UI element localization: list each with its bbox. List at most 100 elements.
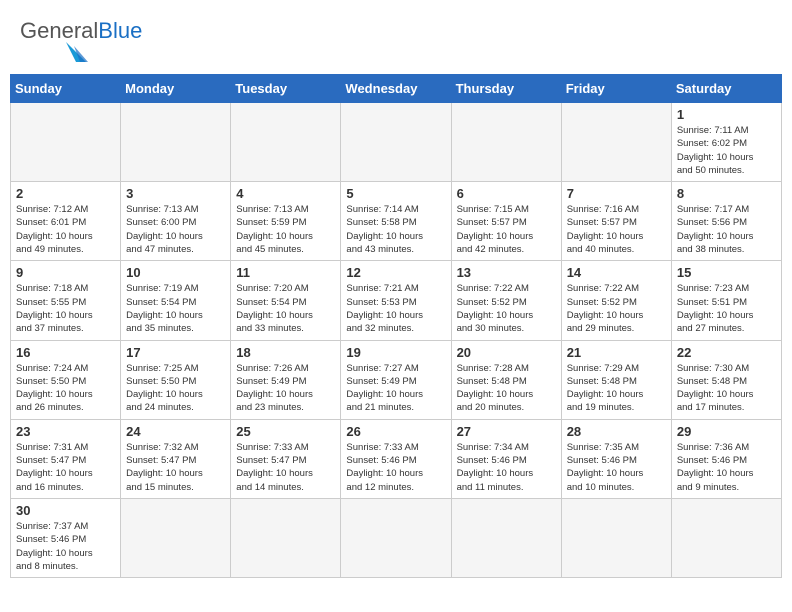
- calendar-week-row: 16 Sunrise: 7:24 AMSunset: 5:50 PMDayligh…: [11, 340, 782, 419]
- calendar-cell: 27 Sunrise: 7:34 AMSunset: 5:46 PMDayligh…: [451, 419, 561, 498]
- calendar-cell: [11, 103, 121, 182]
- logo-general: General: [20, 18, 98, 43]
- calendar-cell: [231, 103, 341, 182]
- calendar-cell: 15 Sunrise: 7:23 AMSunset: 5:51 PMDayligh…: [671, 261, 781, 340]
- calendar-cell: 25 Sunrise: 7:33 AMSunset: 5:47 PMDayligh…: [231, 419, 341, 498]
- day-info: Sunrise: 7:15 AMSunset: 5:57 PMDaylight:…: [457, 203, 556, 256]
- day-number: 11: [236, 265, 335, 280]
- weekday-header-thursday: Thursday: [451, 75, 561, 103]
- day-number: 25: [236, 424, 335, 439]
- day-info: Sunrise: 7:12 AMSunset: 6:01 PMDaylight:…: [16, 203, 115, 256]
- calendar-week-row: 30Sunrise: 7:37 AMSunset: 5:46 PMDayligh…: [11, 498, 782, 577]
- calendar-cell: [451, 103, 561, 182]
- logo-text: GeneralBlue: [20, 20, 142, 42]
- calendar-cell: 2 Sunrise: 7:12 AMSunset: 6:01 PMDaylight…: [11, 182, 121, 261]
- calendar-table: SundayMondayTuesdayWednesdayThursdayFrid…: [10, 74, 782, 578]
- day-number: 8: [677, 186, 776, 201]
- day-number: 15: [677, 265, 776, 280]
- calendar-cell: 21Sunrise: 7:29 AMSunset: 5:48 PMDayligh…: [561, 340, 671, 419]
- day-number: 29: [677, 424, 776, 439]
- day-number: 26: [346, 424, 445, 439]
- day-info: Sunrise: 7:21 AMSunset: 5:53 PMDaylight:…: [346, 282, 445, 335]
- calendar-cell: [231, 498, 341, 577]
- day-info: Sunrise: 7:13 AMSunset: 6:00 PMDaylight:…: [126, 203, 225, 256]
- calendar-cell: [561, 498, 671, 577]
- day-info: Sunrise: 7:30 AMSunset: 5:48 PMDaylight:…: [677, 362, 776, 415]
- day-number: 13: [457, 265, 556, 280]
- day-info: Sunrise: 7:27 AMSunset: 5:49 PMDaylight:…: [346, 362, 445, 415]
- day-number: 21: [567, 345, 666, 360]
- calendar-cell: [341, 103, 451, 182]
- calendar-cell: 29 Sunrise: 7:36 AMSunset: 5:46 PMDayligh…: [671, 419, 781, 498]
- day-info: Sunrise: 7:16 AMSunset: 5:57 PMDaylight:…: [567, 203, 666, 256]
- logo: GeneralBlue: [20, 20, 142, 64]
- logo-blue: Blue: [98, 18, 142, 43]
- day-info: Sunrise: 7:36 AMSunset: 5:46 PMDaylight:…: [677, 441, 776, 494]
- day-number: 4: [236, 186, 335, 201]
- calendar-cell: 30Sunrise: 7:37 AMSunset: 5:46 PMDayligh…: [11, 498, 121, 577]
- day-info: Sunrise: 7:13 AMSunset: 5:59 PMDaylight:…: [236, 203, 335, 256]
- weekday-header-wednesday: Wednesday: [341, 75, 451, 103]
- day-number: 20: [457, 345, 556, 360]
- day-number: 16: [16, 345, 115, 360]
- day-info: Sunrise: 7:25 AMSunset: 5:50 PMDaylight:…: [126, 362, 225, 415]
- day-number: 24: [126, 424, 225, 439]
- day-number: 14: [567, 265, 666, 280]
- day-info: Sunrise: 7:14 AMSunset: 5:58 PMDaylight:…: [346, 203, 445, 256]
- day-number: 2: [16, 186, 115, 201]
- day-number: 17: [126, 345, 225, 360]
- calendar-cell: 24 Sunrise: 7:32 AMSunset: 5:47 PMDayligh…: [121, 419, 231, 498]
- day-info: Sunrise: 7:37 AMSunset: 5:46 PMDaylight:…: [16, 520, 115, 573]
- calendar-cell: 12 Sunrise: 7:21 AMSunset: 5:53 PMDayligh…: [341, 261, 451, 340]
- header: GeneralBlue: [10, 10, 782, 69]
- calendar-cell: 11 Sunrise: 7:20 AMSunset: 5:54 PMDayligh…: [231, 261, 341, 340]
- calendar-cell: 28 Sunrise: 7:35 AMSunset: 5:46 PMDayligh…: [561, 419, 671, 498]
- calendar-cell: 9 Sunrise: 7:18 AMSunset: 5:55 PMDaylight…: [11, 261, 121, 340]
- calendar-cell: 6 Sunrise: 7:15 AMSunset: 5:57 PMDaylight…: [451, 182, 561, 261]
- day-number: 27: [457, 424, 556, 439]
- day-number: 12: [346, 265, 445, 280]
- day-info: Sunrise: 7:18 AMSunset: 5:55 PMDaylight:…: [16, 282, 115, 335]
- day-number: 18: [236, 345, 335, 360]
- day-number: 9: [16, 265, 115, 280]
- logo-icon: [20, 42, 90, 64]
- day-number: 5: [346, 186, 445, 201]
- calendar-cell: 17 Sunrise: 7:25 AMSunset: 5:50 PMDayligh…: [121, 340, 231, 419]
- day-info: Sunrise: 7:32 AMSunset: 5:47 PMDaylight:…: [126, 441, 225, 494]
- calendar-cell: 3Sunrise: 7:13 AMSunset: 6:00 PMDaylight…: [121, 182, 231, 261]
- day-info: Sunrise: 7:33 AMSunset: 5:47 PMDaylight:…: [236, 441, 335, 494]
- calendar-cell: 1 Sunrise: 7:11 AMSunset: 6:02 PMDaylight…: [671, 103, 781, 182]
- calendar-cell: [121, 498, 231, 577]
- day-number: 6: [457, 186, 556, 201]
- day-info: Sunrise: 7:23 AMSunset: 5:51 PMDaylight:…: [677, 282, 776, 335]
- calendar-cell: 10Sunrise: 7:19 AMSunset: 5:54 PMDayligh…: [121, 261, 231, 340]
- calendar-cell: 4 Sunrise: 7:13 AMSunset: 5:59 PMDaylight…: [231, 182, 341, 261]
- calendar-cell: 13 Sunrise: 7:22 AMSunset: 5:52 PMDayligh…: [451, 261, 561, 340]
- calendar-cell: 23Sunrise: 7:31 AMSunset: 5:47 PMDayligh…: [11, 419, 121, 498]
- day-info: Sunrise: 7:35 AMSunset: 5:46 PMDaylight:…: [567, 441, 666, 494]
- day-number: 28: [567, 424, 666, 439]
- calendar-cell: [451, 498, 561, 577]
- day-info: Sunrise: 7:26 AMSunset: 5:49 PMDaylight:…: [236, 362, 335, 415]
- weekday-header-friday: Friday: [561, 75, 671, 103]
- day-number: 23: [16, 424, 115, 439]
- day-info: Sunrise: 7:11 AMSunset: 6:02 PMDaylight:…: [677, 124, 776, 177]
- calendar-cell: 26 Sunrise: 7:33 AMSunset: 5:46 PMDayligh…: [341, 419, 451, 498]
- day-number: 10: [126, 265, 225, 280]
- calendar-cell: 7Sunrise: 7:16 AMSunset: 5:57 PMDaylight…: [561, 182, 671, 261]
- calendar-cell: 5 Sunrise: 7:14 AMSunset: 5:58 PMDaylight…: [341, 182, 451, 261]
- day-info: Sunrise: 7:33 AMSunset: 5:46 PMDaylight:…: [346, 441, 445, 494]
- calendar-week-row: 1 Sunrise: 7:11 AMSunset: 6:02 PMDaylight…: [11, 103, 782, 182]
- calendar-cell: 20Sunrise: 7:28 AMSunset: 5:48 PMDayligh…: [451, 340, 561, 419]
- day-info: Sunrise: 7:22 AMSunset: 5:52 PMDaylight:…: [457, 282, 556, 335]
- weekday-header-saturday: Saturday: [671, 75, 781, 103]
- weekday-header-sunday: Sunday: [11, 75, 121, 103]
- day-number: 19: [346, 345, 445, 360]
- day-info: Sunrise: 7:24 AMSunset: 5:50 PMDaylight:…: [16, 362, 115, 415]
- day-number: 1: [677, 107, 776, 122]
- calendar-week-row: 23Sunrise: 7:31 AMSunset: 5:47 PMDayligh…: [11, 419, 782, 498]
- day-info: Sunrise: 7:34 AMSunset: 5:46 PMDaylight:…: [457, 441, 556, 494]
- calendar-cell: [341, 498, 451, 577]
- calendar-cell: 18 Sunrise: 7:26 AMSunset: 5:49 PMDayligh…: [231, 340, 341, 419]
- day-info: Sunrise: 7:20 AMSunset: 5:54 PMDaylight:…: [236, 282, 335, 335]
